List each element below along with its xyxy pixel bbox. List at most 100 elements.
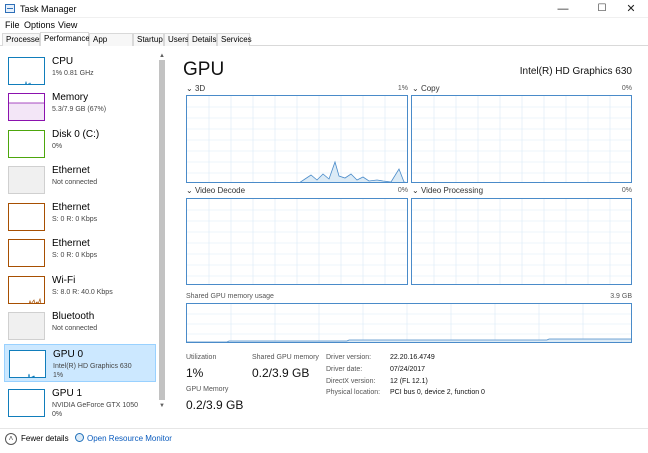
shared-memory-stat-value: 0.2/3.9 GB xyxy=(252,366,310,380)
shared-memory-max: 3.9 GB xyxy=(610,293,632,300)
scroll-thumb[interactable] xyxy=(159,60,165,400)
sidebar-item-wifi[interactable]: Wi-Fi S: 8.0 R: 40.0 Kbps xyxy=(4,271,156,309)
memory-thumbnail-graph xyxy=(8,93,45,121)
sidebar-item-detail: S: 0 R: 0 Kbps xyxy=(52,216,98,223)
gpu-usage: 1% xyxy=(53,372,64,379)
sidebar-item-detail: 0% xyxy=(52,143,63,150)
tab-app-history[interactable]: App history xyxy=(89,33,133,55)
graph-label: Video Processing xyxy=(420,186,484,195)
minimize-button[interactable]: — xyxy=(546,0,580,18)
physical-location-value: PCI bus 0, device 2, function 0 xyxy=(390,389,485,396)
sidebar-item-gpu-0[interactable]: GPU 0 Intel(R) HD Graphics 630 1% xyxy=(4,344,156,382)
driver-version-key: Driver version: xyxy=(326,354,372,361)
shared-memory-graph xyxy=(186,303,632,343)
title-bar: Task Manager — ☐ ✕ xyxy=(0,0,648,18)
window-title: Task Manager xyxy=(20,4,77,14)
ethernet-thumbnail-graph xyxy=(8,203,45,231)
utilization-label: Utilization xyxy=(186,354,217,361)
graph-label: 3D xyxy=(194,84,206,93)
sidebar-item-label: CPU xyxy=(52,56,74,67)
disk-thumbnail-graph xyxy=(8,130,45,158)
menu-options[interactable]: Options xyxy=(24,20,55,30)
sidebar-item-gpu-1[interactable]: GPU 1 NVIDIA GeForce GTX 1050 0% xyxy=(4,384,156,422)
graph-selector-video-processing[interactable]: ⌄ Video Processing xyxy=(412,186,483,195)
sidebar-item-detail: S: 0 R: 0 Kbps xyxy=(52,252,98,259)
chevron-down-icon: ⌄ xyxy=(186,84,193,93)
tab-processes[interactable]: Processes xyxy=(2,33,43,46)
sidebar-item-detail: S: 8.0 R: 40.0 Kbps xyxy=(52,289,113,296)
menu-view[interactable]: View xyxy=(58,20,77,30)
gpu-performance-panel: GPU Intel(R) HD Graphics 630 ⌄ 3D 1% ⌄ C… xyxy=(178,47,640,425)
close-button[interactable]: ✕ xyxy=(614,0,648,18)
graph-percent: 0% xyxy=(621,85,632,92)
graph-video-processing xyxy=(411,198,632,285)
tab-performance[interactable]: Performance xyxy=(40,32,90,46)
resource-monitor-icon[interactable] xyxy=(75,433,84,442)
tab-services[interactable]: Services xyxy=(217,33,252,46)
sidebar-item-ethernet-3[interactable]: Ethernet S: 0 R: 0 Kbps xyxy=(4,234,156,272)
page-title: GPU xyxy=(183,59,225,80)
sidebar-item-cpu[interactable]: CPU 1% 0.81 GHz xyxy=(4,52,156,90)
sidebar-item-detail: NVIDIA GeForce GTX 1050 0% xyxy=(52,401,138,419)
gpu-memory-value: 0.2/3.9 GB xyxy=(186,398,244,412)
sidebar-item-label: Ethernet xyxy=(52,202,90,213)
driver-date-key: Driver date: xyxy=(326,366,363,373)
sidebar-item-detail: Not connected xyxy=(52,325,98,332)
sidebar-item-disk[interactable]: Disk 0 (C:) 0% xyxy=(4,125,156,163)
gpu-thumbnail-graph xyxy=(8,389,45,417)
driver-date-value: 07/24/2017 xyxy=(390,366,426,373)
directx-version-value: 12 (FL 12.1) xyxy=(390,378,428,385)
physical-location-key: Physical location: xyxy=(326,389,381,396)
cpu-thumbnail-graph xyxy=(8,57,45,85)
tab-details[interactable]: Details xyxy=(188,33,217,46)
shared-memory-label: Shared GPU memory usage xyxy=(186,293,274,300)
graph-video-decode xyxy=(186,198,408,285)
graph-label: Video Decode xyxy=(194,186,246,195)
gpu-model-name: Intel(R) HD Graphics 630 xyxy=(519,66,632,77)
gpu-model: NVIDIA GeForce GTX 1050 xyxy=(52,402,138,409)
scroll-up-arrow-icon[interactable]: ▲ xyxy=(158,52,166,60)
ethernet-thumbnail-graph xyxy=(8,239,45,267)
gpu-memory-label: GPU Memory xyxy=(186,386,229,393)
bluetooth-thumbnail-graph xyxy=(8,312,45,340)
graph-selector-copy[interactable]: ⌄ Copy xyxy=(412,84,440,93)
sidebar-item-detail: Not connected xyxy=(52,179,98,186)
graph-selector-3d[interactable]: ⌄ 3D xyxy=(186,84,205,93)
sidebar-item-label: Ethernet xyxy=(52,165,90,176)
menu-file[interactable]: File xyxy=(5,20,20,30)
menu-bar: File Options View xyxy=(0,18,648,32)
sidebar-item-label: Bluetooth xyxy=(52,311,95,322)
directx-version-key: DirectX version: xyxy=(326,378,376,385)
sidebar-item-label: Memory xyxy=(52,92,89,103)
sidebar-scrollbar[interactable]: ▲ ▼ xyxy=(158,52,166,410)
sidebar-item-ethernet-1[interactable]: Ethernet Not connected xyxy=(4,161,156,199)
chevron-up-icon[interactable]: ˄ xyxy=(5,433,17,445)
graph-percent: 1% xyxy=(397,85,408,92)
gpu-model: Intel(R) HD Graphics 630 xyxy=(53,363,132,370)
tab-users[interactable]: Users xyxy=(164,33,189,46)
graph-selector-video-decode[interactable]: ⌄ Video Decode xyxy=(186,186,245,195)
gpu-usage: 0% xyxy=(52,411,63,418)
sidebar-item-ethernet-2[interactable]: Ethernet S: 0 R: 0 Kbps xyxy=(4,198,156,236)
chevron-down-icon: ⌄ xyxy=(412,186,419,195)
wifi-thumbnail-graph xyxy=(8,276,45,304)
sidebar-item-label: Disk 0 (C:) xyxy=(52,129,100,140)
fewer-details-link[interactable]: Fewer details xyxy=(21,434,69,443)
sidebar-item-bluetooth[interactable]: Bluetooth Not connected xyxy=(4,307,156,345)
sidebar-item-label: Wi-Fi xyxy=(52,275,76,286)
footer-bar: ˄ Fewer details Open Resource Monitor xyxy=(0,428,648,453)
graph-label: Copy xyxy=(420,84,440,93)
chevron-down-icon: ⌄ xyxy=(412,84,419,93)
open-resource-monitor-link[interactable]: Open Resource Monitor xyxy=(87,434,172,443)
tab-startup[interactable]: Startup xyxy=(133,33,164,46)
ethernet-thumbnail-graph xyxy=(8,166,45,194)
scroll-down-arrow-icon[interactable]: ▼ xyxy=(158,402,166,410)
shared-memory-stat-label: Shared GPU memory xyxy=(252,354,319,361)
sidebar-item-detail: Intel(R) HD Graphics 630 1% xyxy=(53,362,132,380)
tab-bar: Processes Performance App history Startu… xyxy=(0,32,648,55)
graph-3d xyxy=(186,95,408,183)
sidebar-item-detail: 1% 0.81 GHz xyxy=(52,70,94,77)
sidebar-item-memory[interactable]: Memory 5.3/7.9 GB (67%) xyxy=(4,88,156,126)
gpu-thumbnail-graph xyxy=(9,350,46,378)
graph-percent: 0% xyxy=(621,187,632,194)
